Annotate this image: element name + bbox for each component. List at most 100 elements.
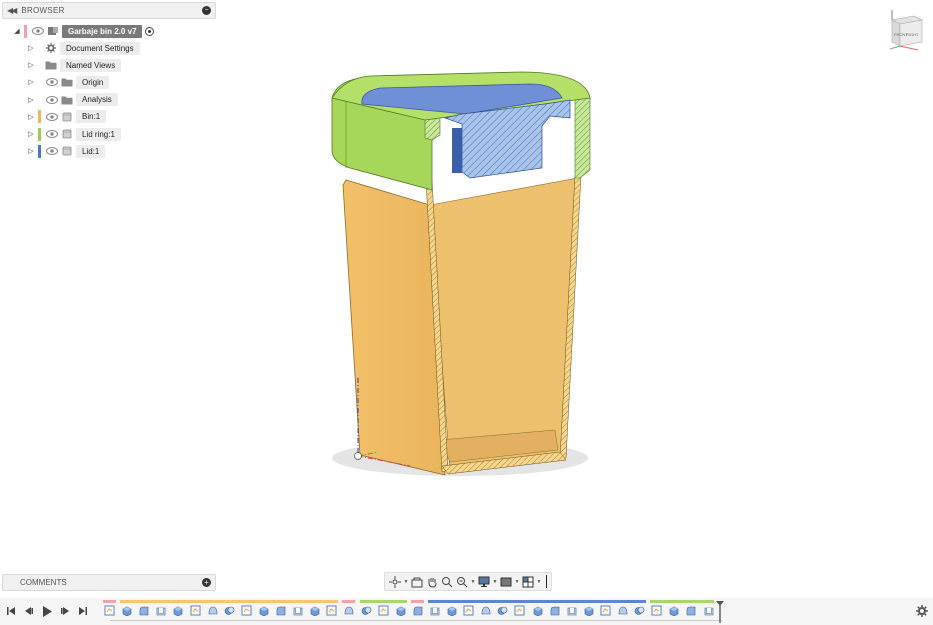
timeline-fillet-feature-icon[interactable]	[685, 605, 696, 616]
expand-triangle-icon[interactable]: ◢	[12, 27, 22, 35]
timeline-fillet-feature-icon[interactable]	[412, 605, 423, 616]
orbit-icon[interactable]	[388, 575, 402, 589]
timeline-component-bar	[103, 600, 116, 603]
timeline-settings-gear-icon[interactable]	[916, 605, 928, 617]
timeline-sketch-feature-icon[interactable]	[190, 605, 201, 616]
timeline-sketch-feature-icon[interactable]	[241, 605, 252, 616]
timeline-sketch-feature-icon[interactable]	[326, 605, 337, 616]
timeline-fillet-feature-icon[interactable]	[138, 605, 149, 616]
timeline-box-feature-icon[interactable]	[446, 605, 457, 616]
tree-item[interactable]: ▷ Document Settings	[26, 41, 140, 55]
navigation-toolbar: ▼ ▼ ▼ ▼ ▼	[384, 572, 552, 591]
timeline-fillet-feature-icon[interactable]	[549, 605, 560, 616]
browser-panel-header[interactable]: ◀◀ BROWSER −	[2, 2, 216, 19]
timeline-revolve-feature-icon[interactable]	[480, 605, 491, 616]
gear-icon	[46, 43, 56, 53]
comments-panel-header[interactable]: COMMENTS +	[2, 574, 216, 591]
display-dropdown-icon[interactable]: ▼	[492, 579, 498, 585]
root-label[interactable]: Garbaje bin 2.0 v7	[62, 24, 143, 38]
eye-icon[interactable]	[46, 78, 58, 87]
timeline-shell-feature-icon[interactable]	[292, 605, 303, 616]
timeline-combine-feature-icon[interactable]	[634, 605, 645, 616]
go-to-start-icon[interactable]	[4, 604, 17, 618]
timeline-sketch-feature-icon[interactable]	[378, 605, 389, 616]
browser-pin-button[interactable]: −	[202, 6, 211, 15]
look-at-icon[interactable]	[410, 575, 424, 589]
component-color-strip	[38, 144, 41, 158]
tree-item[interactable]: ▷ Origin	[26, 75, 110, 89]
timeline-combine-feature-icon[interactable]	[224, 605, 235, 616]
expand-triangle-icon[interactable]: ▷	[26, 44, 36, 52]
timeline-shell-feature-icon[interactable]	[703, 605, 714, 616]
timeline-box-feature-icon[interactable]	[172, 605, 183, 616]
tree-item[interactable]: ▷ Analysis	[26, 93, 118, 107]
tree-root[interactable]: ◢ Garbaje bin 2.0 v7	[12, 24, 155, 38]
timeline-sketch-feature-icon[interactable]	[104, 605, 115, 616]
eye-icon[interactable]	[46, 130, 58, 138]
timeline-marker[interactable]	[716, 601, 724, 623]
step-back-icon[interactable]	[22, 604, 35, 618]
display-settings-icon[interactable]	[477, 575, 491, 589]
component-icon	[62, 129, 72, 139]
timeline-sketch-feature-icon[interactable]	[514, 605, 525, 616]
step-forward-icon[interactable]	[58, 604, 71, 618]
collapse-icon[interactable]: ◀◀	[7, 6, 17, 15]
timeline-extrude-feature-icon[interactable]	[258, 605, 269, 616]
timeline-component-bar	[359, 600, 407, 603]
tree-item[interactable]: ▷ Lid:1	[26, 144, 106, 158]
comments-title: COMMENTS	[20, 578, 67, 587]
timeline-extrude-feature-icon[interactable]	[121, 605, 132, 616]
expand-triangle-icon[interactable]: ▷	[26, 113, 36, 121]
folder-icon	[45, 61, 57, 70]
timeline-extrude-feature-icon[interactable]	[395, 605, 406, 616]
timeline-box-feature-icon[interactable]	[309, 605, 320, 616]
timeline-revolve-feature-icon[interactable]	[617, 605, 628, 616]
timeline-revolve-feature-icon[interactable]	[343, 605, 354, 616]
go-to-end-icon[interactable]	[76, 604, 89, 618]
timeline-revolve-feature-icon[interactable]	[207, 605, 218, 616]
timeline-shell-feature-icon[interactable]	[155, 605, 166, 616]
tree-item[interactable]: ▷ Lid ring:1	[26, 127, 121, 141]
timeline-sketch-feature-icon[interactable]	[600, 605, 611, 616]
expand-triangle-icon[interactable]: ▷	[26, 96, 36, 104]
orbit-dropdown-icon[interactable]: ▼	[403, 579, 409, 585]
pan-hand-icon[interactable]	[425, 575, 439, 589]
toolbar-separator	[546, 575, 547, 588]
timeline-extrude-feature-icon[interactable]	[668, 605, 679, 616]
expand-triangle-icon[interactable]: ▷	[26, 130, 36, 138]
timeline-sketch-feature-icon[interactable]	[651, 605, 662, 616]
tree-item[interactable]: ▷ Named Views	[26, 58, 122, 72]
add-comment-button[interactable]: +	[202, 578, 211, 587]
garbage-bin-model[interactable]	[320, 60, 610, 500]
timeline-extrude-feature-icon[interactable]	[532, 605, 543, 616]
tree-item-label: Analysis	[76, 93, 118, 107]
timeline-shell-feature-icon[interactable]	[429, 605, 440, 616]
expand-triangle-icon[interactable]: ▷	[26, 61, 36, 69]
component-icon	[62, 112, 72, 122]
eye-icon[interactable]	[46, 95, 58, 104]
fit-zoom-icon[interactable]	[455, 575, 469, 589]
viewports-icon[interactable]	[521, 575, 535, 589]
eye-icon[interactable]	[32, 27, 44, 35]
timeline-sketch-feature-icon[interactable]	[463, 605, 474, 616]
viewcube[interactable]: FRONT RIGHT	[886, 8, 926, 52]
grid-dropdown-icon[interactable]: ▼	[514, 579, 520, 585]
timeline-box-feature-icon[interactable]	[583, 605, 594, 616]
expand-triangle-icon[interactable]: ▷	[26, 147, 36, 155]
timeline-combine-feature-icon[interactable]	[361, 605, 372, 616]
eye-icon[interactable]	[46, 147, 58, 156]
tree-item[interactable]: ▷ Bin:1	[26, 110, 107, 124]
timeline-combine-feature-icon[interactable]	[497, 605, 508, 616]
timeline-fillet-feature-icon[interactable]	[275, 605, 286, 616]
tree-item-label: Document Settings	[60, 41, 140, 55]
grid-snaps-icon[interactable]	[499, 575, 513, 589]
activate-radio[interactable]	[145, 26, 155, 36]
zoom-icon[interactable]	[440, 575, 454, 589]
timeline-shell-feature-icon[interactable]	[566, 605, 577, 616]
viewports-dropdown-icon[interactable]: ▼	[536, 579, 542, 585]
eye-icon[interactable]	[46, 112, 58, 121]
play-icon[interactable]	[40, 604, 53, 618]
zoom-dropdown-icon[interactable]: ▼	[470, 579, 476, 585]
expand-triangle-icon[interactable]: ▷	[26, 78, 36, 86]
viewcube-right-label[interactable]: RIGHT	[906, 32, 919, 37]
